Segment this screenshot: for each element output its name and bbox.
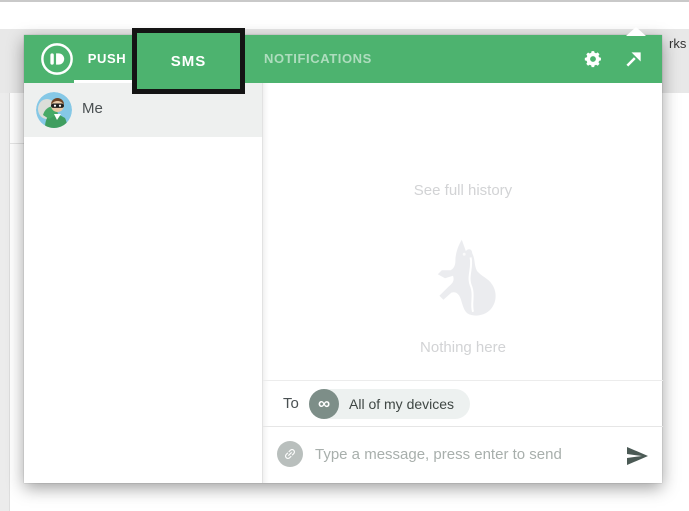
tab-notifications[interactable]: NOTIFICATIONS	[264, 35, 371, 83]
pushbullet-logo-icon	[40, 42, 74, 76]
tab-push[interactable]: PUSH	[74, 35, 140, 83]
sms-tab-highlight-annotation[interactable]: SMS	[132, 28, 245, 94]
browser-toolbar	[0, 0, 689, 29]
sms-annotation-label: SMS	[170, 52, 207, 70]
pushbullet-popup: PUSH SMS NOTIFICATIONS	[24, 35, 663, 483]
see-full-history-link[interactable]: See full history	[263, 182, 663, 199]
settings-gear-icon[interactable]	[583, 49, 603, 69]
recipient-label: All of my devices	[349, 396, 455, 412]
attach-link-icon[interactable]	[277, 441, 303, 467]
to-label: To	[283, 395, 299, 412]
conversation-name: Me	[82, 100, 103, 117]
compose-row	[263, 427, 663, 483]
tab-notifications-label: NOTIFICATIONS	[264, 51, 372, 66]
send-icon[interactable]	[622, 444, 652, 468]
message-input[interactable]	[315, 440, 615, 468]
unicorn-icon	[425, 235, 505, 327]
all-devices-infinity-icon: ∞	[309, 389, 339, 419]
avatar	[36, 92, 72, 128]
recipient-row: To ∞ All of my devices	[263, 380, 663, 427]
tab-push-label: PUSH	[87, 51, 127, 66]
recipient-pill[interactable]: ∞ All of my devices	[309, 389, 471, 419]
page-row-divider	[10, 143, 25, 144]
empty-state-text: Nothing here	[420, 339, 506, 356]
page-text-fragment: rks	[669, 36, 687, 51]
popout-arrow-icon[interactable]	[624, 49, 644, 69]
popup-anchor-triangle	[626, 27, 646, 36]
conversation-panel: See full history Nothing here To ∞ All o…	[262, 83, 663, 483]
popup-header: PUSH SMS NOTIFICATIONS	[24, 35, 662, 83]
page-gutter	[0, 93, 10, 511]
conversation-sidebar: Me	[24, 83, 262, 483]
